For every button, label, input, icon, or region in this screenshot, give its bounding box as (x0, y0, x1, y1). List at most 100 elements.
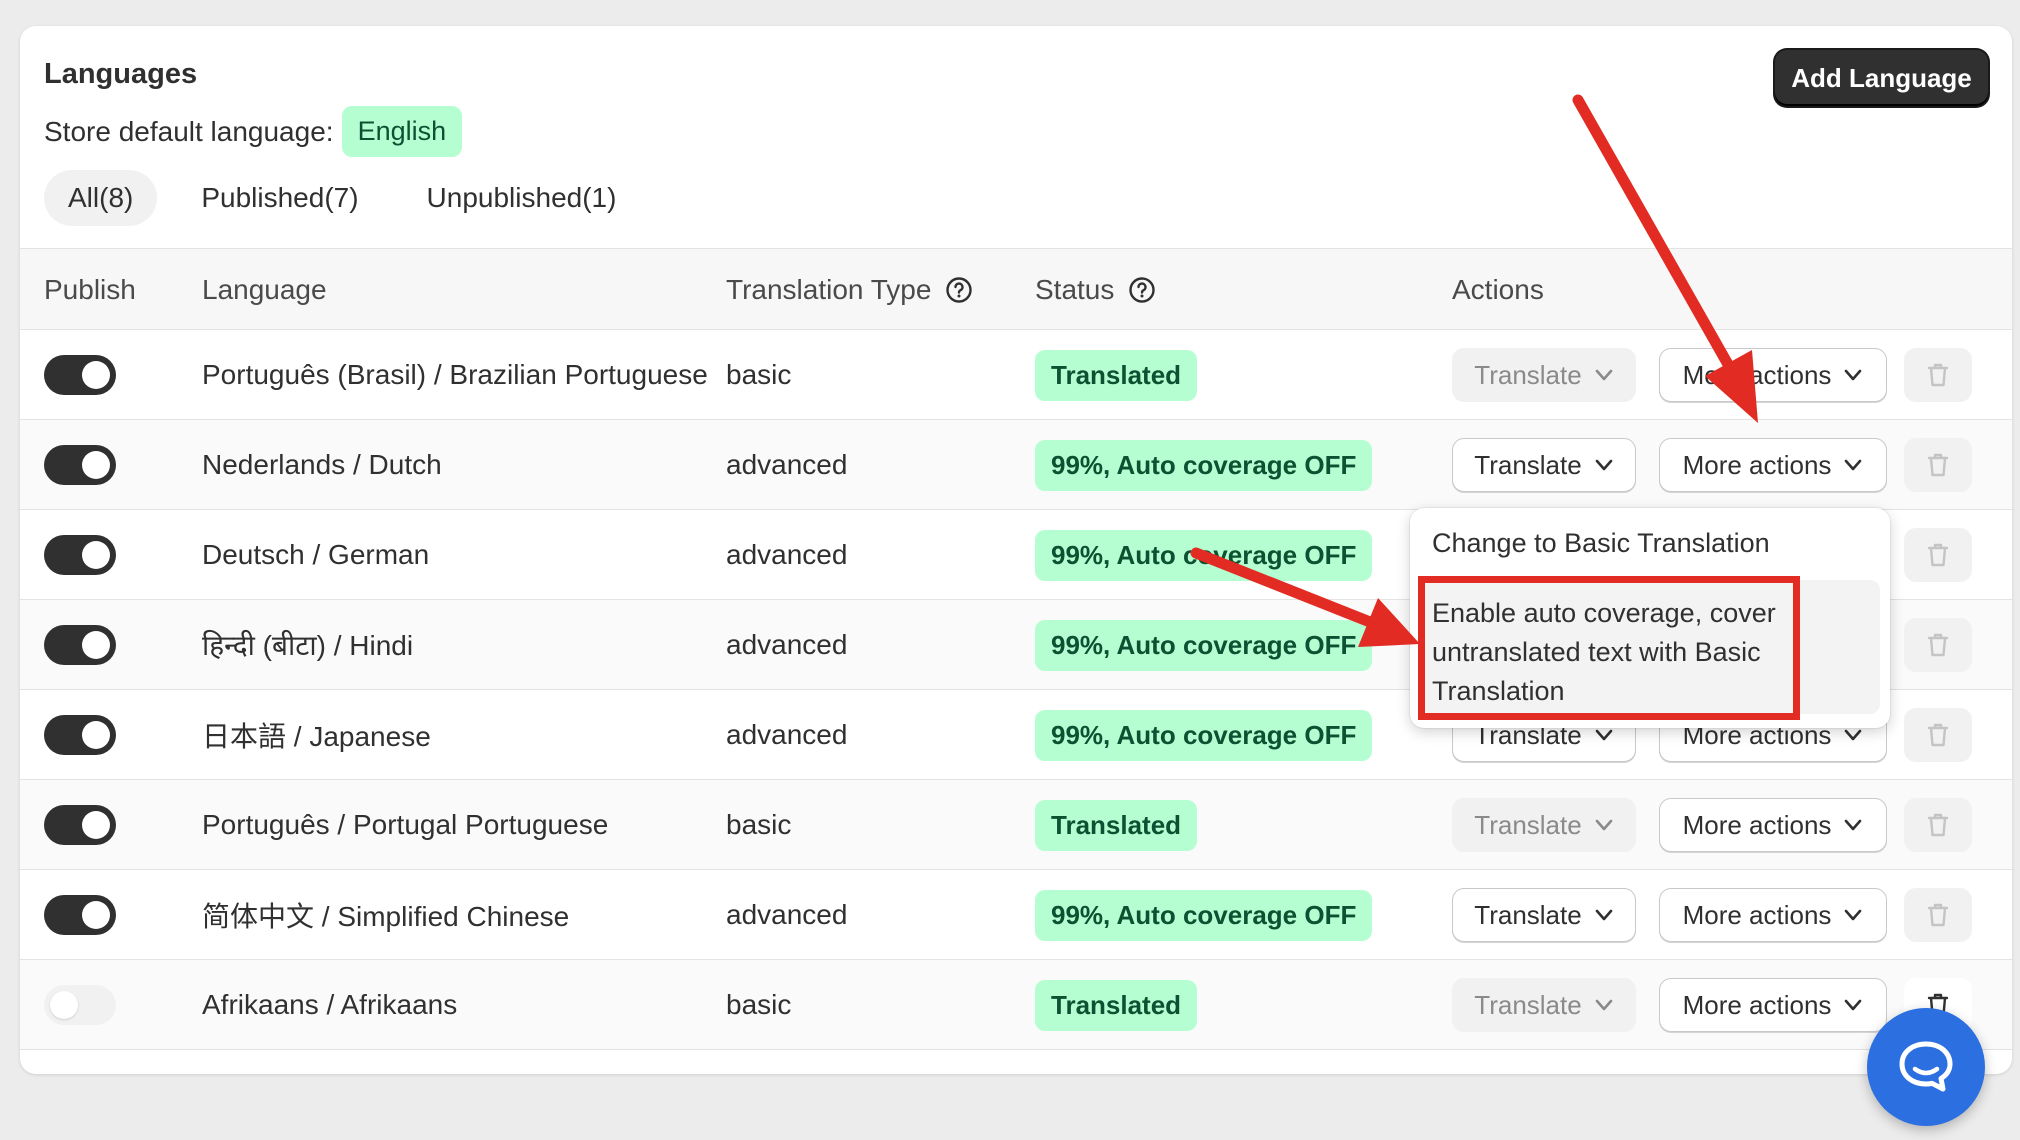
delete-cell (1904, 510, 1972, 600)
status-badge: 99%, Auto coverage OFF (1035, 619, 1373, 671)
chat-support-button[interactable] (1867, 1008, 1985, 1126)
column-status-label: Status (1035, 274, 1115, 305)
table-header: Publish Language Translation Type Status… (20, 248, 2012, 330)
status-badge: 99%, Auto coverage OFF (1035, 709, 1373, 761)
chevron-down-icon (1845, 459, 1862, 471)
status-badge: 99%, Auto coverage OFF (1035, 889, 1373, 941)
translation-type: advanced (726, 629, 848, 660)
tab-unpublished[interactable]: Unpublished(1) (403, 170, 641, 226)
publish-cell (44, 600, 116, 690)
chevron-down-icon (1595, 819, 1613, 831)
status-cell: 99%, Auto coverage OFF (1035, 870, 1373, 960)
status-cell: Translated (1035, 330, 1198, 420)
menu-item-change-to-basic[interactable]: Change to Basic Translation (1432, 528, 1770, 559)
more-actions-cell: More actions (1659, 420, 1887, 510)
table-row: Afrikaans / Afrikaans basic Translated Tran… (20, 960, 2012, 1050)
column-publish: Publish (44, 274, 136, 305)
more-actions-cell: More actions (1659, 330, 1887, 420)
delete-cell (1904, 330, 1972, 420)
help-icon[interactable] (945, 276, 973, 304)
default-language-row: Store default language: English (44, 106, 463, 157)
more-actions-button[interactable]: More actions (1659, 348, 1887, 402)
delete-cell (1904, 600, 1972, 690)
more-actions-button-label: More actions (1682, 899, 1832, 930)
publish-toggle[interactable] (44, 355, 116, 395)
translate-button[interactable]: Translate (1452, 348, 1636, 402)
language-name: हिन्दी (बीटा) / Hindi (202, 630, 414, 661)
chevron-down-icon (1595, 369, 1613, 381)
table-row: 简体中文 / Simplified Chinese advanced 99%, Au… (20, 870, 2012, 960)
more-actions-button[interactable]: More actions (1659, 798, 1887, 852)
publish-toggle[interactable] (44, 445, 116, 485)
translation-type: basic (726, 359, 792, 390)
language-name: Afrikaans / Afrikaans (202, 989, 458, 1020)
publish-toggle[interactable] (44, 805, 116, 845)
more-actions-button-label: More actions (1682, 989, 1832, 1020)
translate-button-label: Translate (1474, 359, 1582, 390)
column-translation-type: Translation Type (726, 249, 973, 331)
page-title: Languages (44, 58, 198, 90)
delete-button[interactable] (1904, 798, 1972, 852)
more-actions-button[interactable]: More actions (1659, 978, 1887, 1032)
more-actions-button-label: More actions (1682, 359, 1832, 390)
delete-button[interactable] (1904, 348, 1972, 402)
status-badge: 99%, Auto coverage OFF (1035, 439, 1373, 491)
status-cell: 99%, Auto coverage OFF (1035, 690, 1373, 780)
add-language-button[interactable]: Add Language (1775, 50, 1988, 106)
translation-type: advanced (726, 719, 848, 750)
publish-toggle[interactable] (44, 535, 116, 575)
delete-button[interactable] (1904, 888, 1972, 942)
chevron-down-icon (1845, 729, 1862, 741)
status-cell: 99%, Auto coverage OFF (1035, 420, 1373, 510)
delete-cell (1904, 780, 1972, 870)
delete-button[interactable] (1904, 618, 1972, 672)
trash-icon (1927, 903, 1949, 927)
default-language-badge: English (341, 106, 463, 157)
tab-all[interactable]: All(8) (44, 170, 158, 226)
delete-button[interactable] (1904, 528, 1972, 582)
translation-type: basic (726, 989, 792, 1020)
translate-button-label: Translate (1474, 989, 1582, 1020)
translate-cell: Translate (1452, 960, 1636, 1050)
translate-cell: Translate (1452, 420, 1636, 510)
translate-button[interactable]: Translate (1452, 798, 1636, 852)
publish-cell (44, 960, 116, 1050)
delete-cell (1904, 870, 1972, 960)
help-icon[interactable] (1128, 276, 1156, 304)
publish-toggle[interactable] (44, 895, 116, 935)
status-cell: 99%, Auto coverage OFF (1035, 510, 1373, 600)
translate-cell: Translate (1452, 870, 1636, 960)
translation-type: basic (726, 809, 792, 840)
status-badge: 99%, Auto coverage OFF (1035, 529, 1373, 581)
language-name: Português / Portugal Portuguese (202, 809, 609, 840)
translate-button[interactable]: Translate (1452, 978, 1636, 1032)
translation-type: advanced (726, 449, 848, 480)
status-cell: Translated (1035, 780, 1198, 870)
more-actions-cell: More actions (1659, 960, 1887, 1050)
publish-toggle[interactable] (44, 715, 116, 755)
translate-button[interactable]: Translate (1452, 438, 1636, 492)
more-actions-button[interactable]: More actions (1659, 438, 1887, 492)
language-name: 日本語 / Japanese (202, 721, 431, 752)
delete-button[interactable] (1904, 438, 1972, 492)
trash-icon (1927, 363, 1949, 387)
default-language-label: Store default language: (44, 115, 334, 147)
publish-toggle[interactable] (44, 985, 116, 1025)
translate-button[interactable]: Translate (1452, 888, 1636, 942)
delete-button[interactable] (1904, 708, 1972, 762)
publish-cell (44, 330, 116, 420)
column-status: Status (1035, 249, 1156, 331)
publish-cell (44, 690, 116, 780)
publish-toggle[interactable] (44, 625, 116, 665)
translate-cell: Translate (1452, 330, 1636, 420)
language-name: 简体中文 / Simplified Chinese (202, 901, 570, 932)
more-actions-button[interactable]: More actions (1659, 888, 1887, 942)
translate-button-label: Translate (1474, 449, 1582, 480)
publish-cell (44, 780, 116, 870)
chevron-down-icon (1595, 909, 1613, 921)
publish-cell (44, 420, 116, 510)
tab-published[interactable]: Published(7) (177, 170, 382, 226)
chat-bubble-icon (1899, 1041, 1953, 1092)
chevron-down-icon (1845, 909, 1862, 921)
more-actions-button-label: More actions (1682, 809, 1832, 840)
